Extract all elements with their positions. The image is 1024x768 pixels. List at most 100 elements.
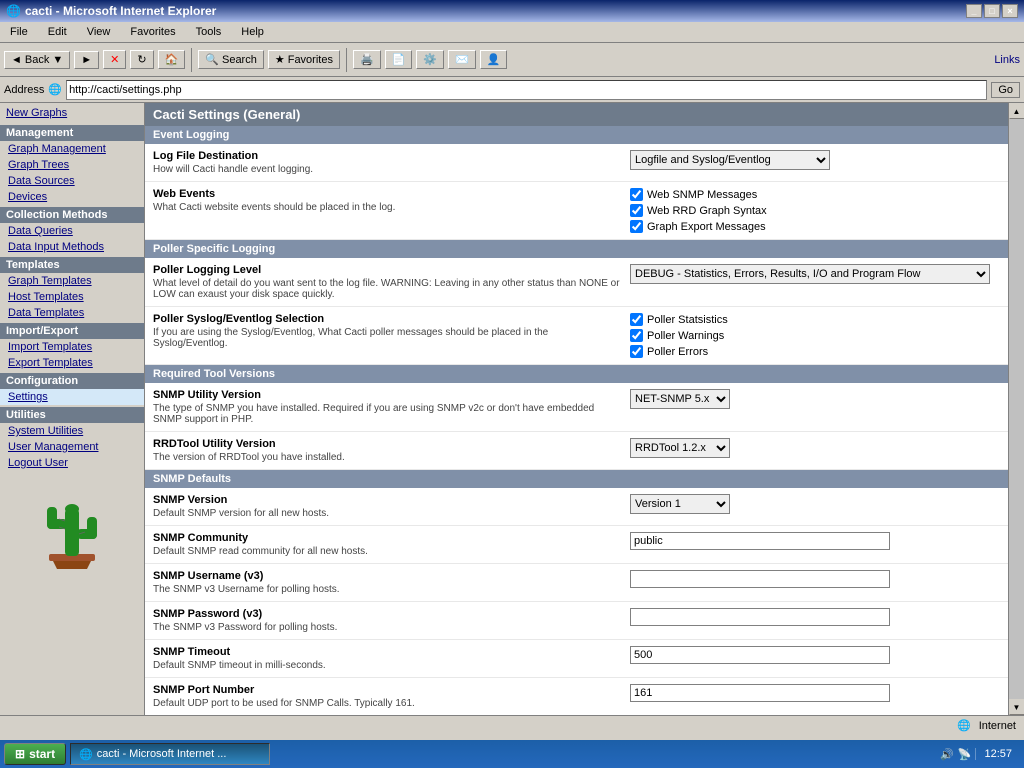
row-snmp-utility: SNMP Utility Version The type of SNMP yo…: [145, 383, 1008, 432]
checkbox-row-poller-stats: Poller Statsistics: [630, 313, 1000, 326]
menu-edit[interactable]: Edit: [42, 24, 73, 40]
sidebar-item-host-templates[interactable]: Host Templates: [0, 289, 144, 305]
start-button[interactable]: ⊞ start: [4, 743, 66, 765]
checkbox-poller-stats[interactable]: [630, 313, 643, 326]
address-input[interactable]: [66, 80, 987, 100]
section-event-logging: Event Logging: [145, 126, 1008, 144]
ie-icon: 🌐: [6, 4, 21, 18]
sidebar-item-system-utilities[interactable]: System Utilities: [0, 423, 144, 439]
input-snmp-port[interactable]: [630, 684, 890, 702]
sidebar-item-data-input-methods[interactable]: Data Input Methods: [0, 239, 144, 255]
input-snmp-timeout[interactable]: [630, 646, 890, 664]
maximize-button[interactable]: □: [984, 4, 1000, 18]
home-button[interactable]: 🏠: [158, 50, 186, 69]
row-log-file-destination: Log File Destination How will Cacti hand…: [145, 144, 1008, 182]
row-rrdtool: RRDTool Utility Version The version of R…: [145, 432, 1008, 470]
label-snmp-username: SNMP Username (v3): [153, 570, 622, 582]
toolbar-sep-1: [191, 48, 192, 72]
checkbox-web-snmp[interactable]: [630, 188, 643, 201]
print-button[interactable]: 🖨️: [353, 50, 381, 69]
row-snmp-username: SNMP Username (v3) The SNMP v3 Username …: [145, 564, 1008, 602]
mail-button[interactable]: ✉️: [448, 50, 476, 69]
input-snmp-password[interactable]: [630, 608, 890, 626]
tray-icon-1: 🔊: [940, 748, 954, 761]
label-poller-syslog: Poller Syslog/Eventlog Selection: [153, 313, 622, 325]
menu-tools[interactable]: Tools: [190, 24, 228, 40]
scroll-track[interactable]: [1009, 119, 1024, 699]
row-snmp-timeout: SNMP Timeout Default SNMP timeout in mil…: [145, 640, 1008, 678]
label-web-events: Web Events: [153, 188, 622, 200]
sidebar-item-logout-user[interactable]: Logout User: [0, 455, 144, 471]
taskbar-task-label: cacti - Microsoft Internet ...: [97, 748, 227, 760]
favorites-button[interactable]: ★ Favorites: [268, 50, 340, 69]
input-snmp-username[interactable]: [630, 570, 890, 588]
stop-icon: ✕: [110, 53, 119, 66]
scroll-down-button[interactable]: ▼: [1009, 699, 1024, 715]
desc-snmp-utility: The type of SNMP you have installed. Req…: [153, 403, 622, 425]
checkbox-web-rrd[interactable]: [630, 204, 643, 217]
search-button[interactable]: 🔍 Search: [198, 50, 264, 69]
messenger-button[interactable]: 👤: [480, 50, 508, 69]
sidebar-header-templates: Templates: [0, 257, 144, 273]
row-snmp-port: SNMP Port Number Default UDP port to be …: [145, 678, 1008, 715]
sidebar-item-data-templates[interactable]: Data Templates: [0, 305, 144, 321]
window-controls: _ □ ×: [966, 4, 1018, 18]
home-icon: 🏠: [165, 53, 179, 66]
label-snmp-password: SNMP Password (v3): [153, 608, 622, 620]
sidebar-item-devices[interactable]: Devices: [0, 189, 144, 205]
sidebar-header-import-export: Import/Export: [0, 323, 144, 339]
sidebar-item-new-graphs[interactable]: New Graphs: [0, 105, 144, 121]
sidebar-item-graph-management[interactable]: Graph Management: [0, 141, 144, 157]
select-snmp-utility[interactable]: NET-SNMP 5.x NET-SNMP 4.x ucd-snmp 3.6: [630, 389, 730, 409]
sidebar-item-settings[interactable]: Settings: [0, 389, 144, 405]
desc-rrdtool: The version of RRDTool you have installe…: [153, 452, 622, 463]
select-rrdtool[interactable]: RRDTool 1.2.x RRDTool 1.0.x: [630, 438, 730, 458]
desc-snmp-timeout: Default SNMP timeout in milli-seconds.: [153, 660, 622, 671]
go-button[interactable]: Go: [991, 82, 1020, 98]
checkbox-poller-errors[interactable]: [630, 345, 643, 358]
sidebar-item-data-queries[interactable]: Data Queries: [0, 223, 144, 239]
label-poller-stats: Poller Statsistics: [647, 314, 728, 326]
cactus-logo: [37, 479, 107, 569]
checkbox-graph-export[interactable]: [630, 220, 643, 233]
select-snmp-version[interactable]: Version 1 Version 2 Version 3: [630, 494, 730, 514]
vertical-scrollbar[interactable]: ▲ ▼: [1008, 103, 1024, 715]
menu-view[interactable]: View: [81, 24, 117, 40]
menu-file[interactable]: File: [4, 24, 34, 40]
checkbox-poller-warnings[interactable]: [630, 329, 643, 342]
desc-snmp-port: Default UDP port to be used for SNMP Cal…: [153, 698, 622, 709]
desc-poller-syslog: If you are using the Syslog/Eventlog, Wh…: [153, 327, 622, 349]
checkbox-row-web-snmp: Web SNMP Messages: [630, 188, 1000, 201]
taskbar-task-ie[interactable]: 🌐 cacti - Microsoft Internet ...: [70, 743, 270, 765]
desc-snmp-community: Default SNMP read community for all new …: [153, 546, 622, 557]
back-label: Back: [25, 54, 49, 66]
checkbox-row-poller-warnings: Poller Warnings: [630, 329, 1000, 342]
back-button[interactable]: ◄ Back ▼: [4, 51, 70, 69]
titlebar: 🌐 cacti - Microsoft Internet Explorer _ …: [0, 0, 1024, 22]
sidebar-item-data-sources[interactable]: Data Sources: [0, 173, 144, 189]
sidebar-item-graph-trees[interactable]: Graph Trees: [0, 157, 144, 173]
edit-button[interactable]: 📄: [385, 50, 413, 69]
sidebar-item-export-templates[interactable]: Export Templates: [0, 355, 144, 371]
menu-help[interactable]: Help: [235, 24, 270, 40]
label-poller-warnings: Poller Warnings: [647, 330, 724, 342]
checkbox-row-poller-errors: Poller Errors: [630, 345, 1000, 358]
sidebar-item-user-management[interactable]: User Management: [0, 439, 144, 455]
refresh-button[interactable]: ↻: [130, 50, 153, 69]
page-title: Cacti Settings (General): [145, 103, 1008, 126]
menu-favorites[interactable]: Favorites: [124, 24, 181, 40]
toolbar-sep-2: [346, 48, 347, 72]
close-button[interactable]: ×: [1002, 4, 1018, 18]
sidebar-item-import-templates[interactable]: Import Templates: [0, 339, 144, 355]
scroll-up-button[interactable]: ▲: [1009, 103, 1024, 119]
select-poller-logging-level[interactable]: DEBUG - Statistics, Errors, Results, I/O…: [630, 264, 990, 284]
stop-button[interactable]: ✕: [103, 50, 126, 69]
forward-button[interactable]: ►: [74, 51, 99, 69]
refresh-icon: ↻: [137, 53, 146, 66]
minimize-button[interactable]: _: [966, 4, 982, 18]
row-web-events: Web Events What Cacti website events sho…: [145, 182, 1008, 240]
sidebar-item-graph-templates[interactable]: Graph Templates: [0, 273, 144, 289]
select-log-file-destination[interactable]: Logfile and Syslog/Eventlog Logfile Sysl…: [630, 150, 830, 170]
tools-button[interactable]: ⚙️: [416, 50, 444, 69]
input-snmp-community[interactable]: [630, 532, 890, 550]
